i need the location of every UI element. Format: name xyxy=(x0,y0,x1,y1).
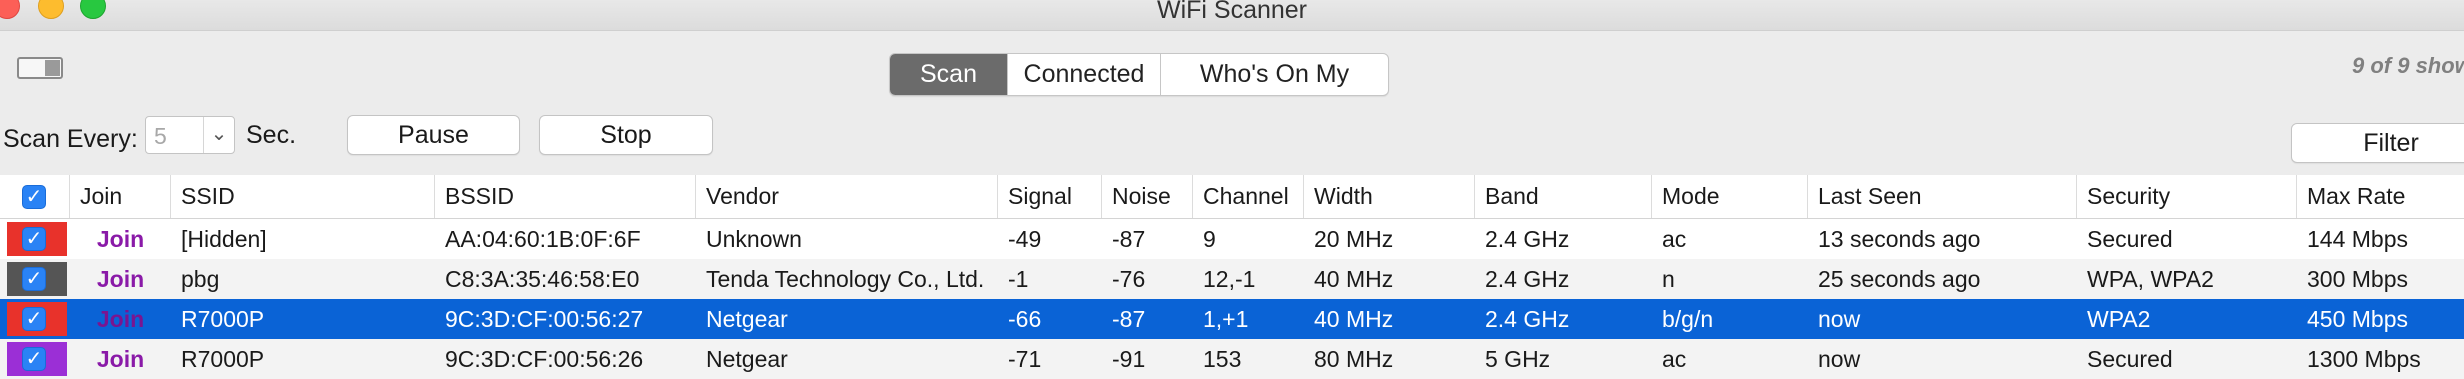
column-header-width[interactable]: Width xyxy=(1304,175,1475,218)
column-header-ssid[interactable]: SSID xyxy=(171,175,435,218)
cell-width: 20 MHz xyxy=(1314,226,1394,252)
column-header-channel[interactable]: Channel xyxy=(1193,175,1304,218)
stop-button[interactable]: Stop xyxy=(539,115,713,155)
column-header-vendor[interactable]: Vendor xyxy=(696,175,998,218)
cell-vendor: Tenda Technology Co., Ltd. xyxy=(706,266,985,292)
table-header: ✓ Join SSID BSSID Vendor Signal Noise Ch… xyxy=(0,175,2464,219)
table-row[interactable]: ✓ Join [Hidden] AA:04:60:1B:0F:6F Unknown -49… xyxy=(0,219,2464,259)
cell-signal: -66 xyxy=(1008,306,1042,332)
cell-ssid: [Hidden] xyxy=(181,226,267,252)
cell-signal: -71 xyxy=(1008,346,1042,372)
cell-ssid: pbg xyxy=(181,266,220,292)
cell-width: 40 MHz xyxy=(1314,266,1394,292)
table-row[interactable]: ✓ Join pbg C8:3A:35:46:58:E0 Tenda Technolog… xyxy=(0,259,2464,299)
cell-security: WPA, WPA2 xyxy=(2087,266,2214,292)
cell-security: Secured xyxy=(2087,346,2173,372)
cell-width: 80 MHz xyxy=(1314,346,1394,372)
column-header-signal[interactable]: Signal xyxy=(998,175,1102,218)
cell-mode: ac xyxy=(1662,346,1687,372)
cell-max-rate: 450 Mbps xyxy=(2307,306,2409,332)
networks-table: ✓ Join SSID BSSID Vendor Signal Noise Ch… xyxy=(0,175,2464,379)
cell-width: 40 MHz xyxy=(1314,306,1394,332)
cell-bssid: 9C:3D:CF:00:56:27 xyxy=(445,306,644,332)
column-header-max-rate[interactable]: Max Rate xyxy=(2297,175,2464,218)
join-button[interactable]: Join xyxy=(70,259,171,299)
cell-vendor: Unknown xyxy=(706,226,802,252)
table-row[interactable]: ✓ Join R7000P 9C:3D:CF:00:56:26 Netgear -71 -9… xyxy=(0,339,2464,379)
cell-channel: 9 xyxy=(1203,226,1216,252)
column-header-mode[interactable]: Mode xyxy=(1652,175,1808,218)
tab-whos-on-my-network[interactable]: Who's On My Network? xyxy=(1161,54,1388,95)
filter-button[interactable]: Filter xyxy=(2291,123,2464,163)
cell-max-rate: 144 Mbps xyxy=(2307,226,2409,252)
column-header-join[interactable]: Join xyxy=(70,175,171,218)
table-row[interactable]: ✓ Join R7000P 9C:3D:CF:00:56:27 Netgear -66 -8… xyxy=(0,299,2464,339)
cell-channel: 1,+1 xyxy=(1203,306,1249,332)
scan-interval-value: 5 xyxy=(154,123,167,149)
scan-interval-combobox[interactable]: 5 ⌄ xyxy=(145,116,235,154)
join-button[interactable]: Join xyxy=(70,299,171,339)
cell-band: 2.4 GHz xyxy=(1485,226,1570,252)
select-all-checkbox[interactable]: ✓ xyxy=(22,185,46,209)
title-separator xyxy=(0,30,2464,31)
chevron-down-icon[interactable]: ⌄ xyxy=(203,117,234,153)
cell-noise: -76 xyxy=(1112,266,1146,292)
column-header-security[interactable]: Security xyxy=(2077,175,2297,218)
cell-ssid: R7000P xyxy=(181,306,265,332)
window-title: WiFi Scanner xyxy=(1156,0,1308,24)
cell-noise: -91 xyxy=(1112,346,1146,372)
cell-noise: -87 xyxy=(1112,226,1146,252)
select-all-column-header[interactable]: ✓ xyxy=(0,175,70,218)
cell-noise: -87 xyxy=(1112,306,1146,332)
network-count: 9 of 9 show xyxy=(2352,53,2464,78)
cell-signal: -1 xyxy=(1008,266,1029,292)
cell-channel: 153 xyxy=(1203,346,1242,372)
row-visible-checkbox[interactable]: ✓ xyxy=(22,267,46,291)
column-header-noise[interactable]: Noise xyxy=(1102,175,1193,218)
row-visible-checkbox[interactable]: ✓ xyxy=(22,307,46,331)
scan-every-label: Scan Every: xyxy=(3,125,138,153)
column-header-band[interactable]: Band xyxy=(1475,175,1652,218)
seconds-label: Sec. xyxy=(246,121,297,149)
cell-vendor: Netgear xyxy=(706,306,788,332)
cell-last-seen: now xyxy=(1818,346,1861,372)
cell-mode: ac xyxy=(1662,226,1687,252)
cell-mode: b/g/n xyxy=(1662,306,1714,332)
join-button[interactable]: Join xyxy=(70,339,171,379)
cell-vendor: Netgear xyxy=(706,346,788,372)
tab-connected-ssid[interactable]: Connected SSID xyxy=(1008,54,1161,95)
cell-security: Secured xyxy=(2087,226,2173,252)
row-visible-checkbox[interactable]: ✓ xyxy=(22,227,46,251)
cell-band: 2.4 GHz xyxy=(1485,306,1570,332)
row-visible-checkbox[interactable]: ✓ xyxy=(22,347,46,371)
join-button[interactable]: Join xyxy=(70,219,171,259)
tab-scan[interactable]: Scan xyxy=(890,54,1008,95)
pause-button[interactable]: Pause xyxy=(347,115,520,155)
title-bar: WiFi Scanner xyxy=(0,0,2464,30)
cell-channel: 12,-1 xyxy=(1203,266,1256,292)
column-header-last-seen[interactable]: Last Seen xyxy=(1808,175,2077,218)
cell-band: 2.4 GHz xyxy=(1485,266,1570,292)
cell-bssid: C8:3A:35:46:58:E0 xyxy=(445,266,640,292)
cell-mode: n xyxy=(1662,266,1675,292)
cell-last-seen: 13 seconds ago xyxy=(1818,226,1981,252)
cell-max-rate: 1300 Mbps xyxy=(2307,346,2421,372)
cell-security: WPA2 xyxy=(2087,306,2151,332)
cell-bssid: AA:04:60:1B:0F:6F xyxy=(445,226,641,252)
cell-ssid: R7000P xyxy=(181,346,265,372)
column-header-bssid[interactable]: BSSID xyxy=(435,175,696,218)
cell-last-seen: now xyxy=(1818,306,1861,332)
cell-band: 5 GHz xyxy=(1485,346,1551,372)
cell-signal: -49 xyxy=(1008,226,1042,252)
cell-max-rate: 300 Mbps xyxy=(2307,266,2409,292)
sidebar-toggle-icon[interactable] xyxy=(17,57,63,79)
cell-bssid: 9C:3D:CF:00:56:26 xyxy=(445,346,644,372)
cell-last-seen: 25 seconds ago xyxy=(1818,266,1981,292)
view-tabs: Scan Connected SSID Who's On My Network? xyxy=(889,53,1389,96)
